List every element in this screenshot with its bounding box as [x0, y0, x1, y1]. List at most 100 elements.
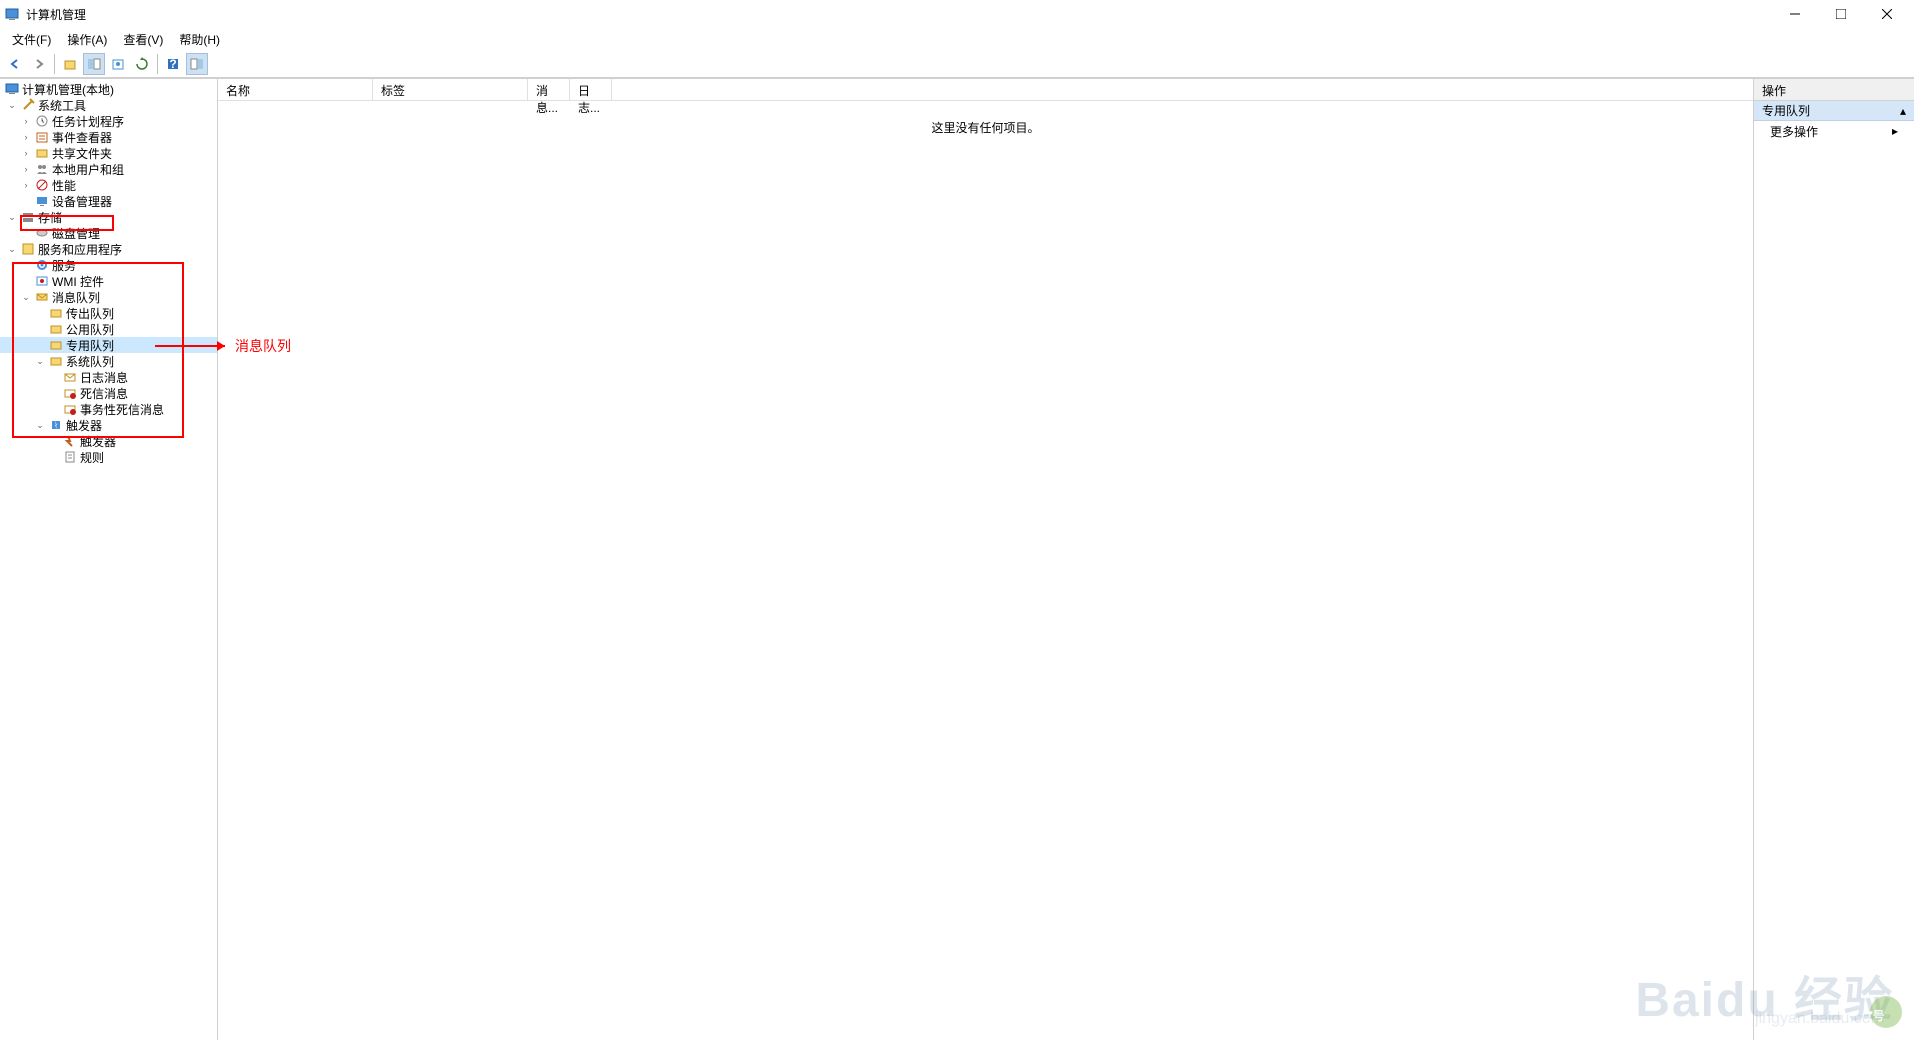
expand-icon[interactable]: ›	[20, 115, 32, 127]
expand-icon[interactable]: ⌄	[6, 99, 18, 111]
services-apps-icon	[20, 241, 36, 257]
tree-rules[interactable]: 规则	[0, 449, 217, 465]
actions-header: 操作	[1754, 79, 1914, 101]
toolbar: ?	[0, 50, 1914, 78]
tree-private-queues[interactable]: 专用队列	[0, 337, 217, 353]
refresh-button[interactable]	[131, 53, 153, 75]
scheduler-icon	[34, 113, 50, 129]
show-hide-actions-button[interactable]	[186, 53, 208, 75]
maximize-button[interactable]	[1818, 0, 1864, 28]
empty-message: 这里没有任何项目。	[931, 119, 1039, 136]
col-name[interactable]: 名称	[218, 79, 373, 100]
collapse-icon: ▴	[1900, 104, 1906, 118]
tree-triggers[interactable]: ⌄ 触发器	[0, 417, 217, 433]
actions-more[interactable]: 更多操作 ▸	[1754, 121, 1914, 141]
triggers-icon	[48, 417, 64, 433]
shared-folder-icon	[34, 145, 50, 161]
col-message[interactable]: 消息...	[528, 79, 570, 100]
actions-panel: 操作 专用队列 ▴ 更多操作 ▸	[1754, 79, 1914, 1040]
tree-triggers-sub[interactable]: 触发器	[0, 433, 217, 449]
expand-icon[interactable]: ›	[20, 147, 32, 159]
performance-icon	[34, 177, 50, 193]
tree-services[interactable]: 服务	[0, 257, 217, 273]
window-title: 计算机管理	[26, 6, 1772, 23]
back-button[interactable]	[4, 53, 26, 75]
window-controls	[1772, 0, 1910, 28]
help-button[interactable]: ?	[162, 53, 184, 75]
tree-device-manager[interactable]: 设备管理器	[0, 193, 217, 209]
tree-trans-dead-letter[interactable]: 事务性死信消息	[0, 401, 217, 417]
trans-dead-letter-icon	[62, 401, 78, 417]
svg-text:?: ?	[169, 57, 176, 71]
menu-view[interactable]: 查看(V)	[115, 29, 171, 50]
tree-task-scheduler[interactable]: › 任务计划程序	[0, 113, 217, 129]
expand-icon[interactable]: ⌄	[6, 211, 18, 223]
tree-system-queues[interactable]: ⌄ 系统队列	[0, 353, 217, 369]
msmq-icon	[34, 289, 50, 305]
tree-disk-management[interactable]: 磁盘管理	[0, 225, 217, 241]
folder-icon	[48, 337, 64, 353]
close-button[interactable]	[1864, 0, 1910, 28]
trigger-icon	[62, 433, 78, 449]
tree-public-queues[interactable]: 公用队列	[0, 321, 217, 337]
tree-outgoing-queues[interactable]: 传出队列	[0, 305, 217, 321]
wmi-icon	[34, 273, 50, 289]
users-icon	[34, 161, 50, 177]
menu-help[interactable]: 帮助(H)	[171, 29, 228, 50]
computer-icon	[4, 81, 20, 97]
disk-icon	[34, 225, 50, 241]
content-area: 计算机管理(本地) ⌄ 系统工具 › 任务计划程序 › 事件查看器	[0, 78, 1914, 1040]
tree-message-queuing[interactable]: ⌄ 消息队列	[0, 289, 217, 305]
minimize-button[interactable]	[1772, 0, 1818, 28]
device-icon	[34, 193, 50, 209]
expand-icon[interactable]: ⌄	[20, 291, 32, 303]
separator	[54, 54, 55, 74]
storage-icon	[20, 209, 36, 225]
tree-shared-folders[interactable]: › 共享文件夹	[0, 145, 217, 161]
expand-icon[interactable]: ⌄	[34, 419, 46, 431]
menu-file[interactable]: 文件(F)	[4, 29, 59, 50]
forward-button[interactable]	[28, 53, 50, 75]
folder-icon	[48, 321, 64, 337]
up-button[interactable]	[59, 53, 81, 75]
col-label[interactable]: 标签	[373, 79, 528, 100]
export-button[interactable]	[107, 53, 129, 75]
col-log[interactable]: 日志...	[570, 79, 612, 100]
chevron-right-icon: ▸	[1892, 124, 1898, 138]
rules-icon	[62, 449, 78, 465]
menubar: 文件(F) 操作(A) 查看(V) 帮助(H)	[0, 28, 1914, 50]
folder-icon	[48, 353, 64, 369]
expand-icon[interactable]: ›	[20, 131, 32, 143]
separator	[157, 54, 158, 74]
dead-letter-icon	[62, 385, 78, 401]
folder-icon	[48, 305, 64, 321]
list-body[interactable]: 这里没有任何项目。	[218, 101, 1753, 1040]
tree-event-viewer[interactable]: › 事件查看器	[0, 129, 217, 145]
event-icon	[34, 129, 50, 145]
expand-icon[interactable]: ⌄	[6, 243, 18, 255]
tree-root[interactable]: 计算机管理(本地)	[0, 81, 217, 97]
envelope-icon	[62, 369, 78, 385]
show-hide-tree-button[interactable]	[83, 53, 105, 75]
expand-icon[interactable]: ›	[20, 163, 32, 175]
list-panel: 名称 标签 消息... 日志... 这里没有任何项目。	[218, 79, 1754, 1040]
tools-icon	[20, 97, 36, 113]
actions-section[interactable]: 专用队列 ▴	[1754, 101, 1914, 121]
tree-services-apps[interactable]: ⌄ 服务和应用程序	[0, 241, 217, 257]
expand-icon[interactable]: ⌄	[34, 355, 46, 367]
tree-local-users[interactable]: › 本地用户和组	[0, 161, 217, 177]
tree-journal-messages[interactable]: 日志消息	[0, 369, 217, 385]
tree-dead-letter[interactable]: 死信消息	[0, 385, 217, 401]
gear-icon	[34, 257, 50, 273]
tree-panel[interactable]: 计算机管理(本地) ⌄ 系统工具 › 任务计划程序 › 事件查看器	[0, 79, 218, 1040]
menu-action[interactable]: 操作(A)	[59, 29, 115, 50]
expand-icon[interactable]: ›	[20, 179, 32, 191]
list-header: 名称 标签 消息... 日志...	[218, 79, 1753, 101]
col-spacer	[612, 79, 1753, 100]
tree-storage[interactable]: ⌄ 存储	[0, 209, 217, 225]
app-icon	[4, 6, 20, 22]
tree-system-tools[interactable]: ⌄ 系统工具	[0, 97, 217, 113]
tree-performance[interactable]: › 性能	[0, 177, 217, 193]
titlebar: 计算机管理	[0, 0, 1914, 28]
tree-wmi-control[interactable]: WMI 控件	[0, 273, 217, 289]
